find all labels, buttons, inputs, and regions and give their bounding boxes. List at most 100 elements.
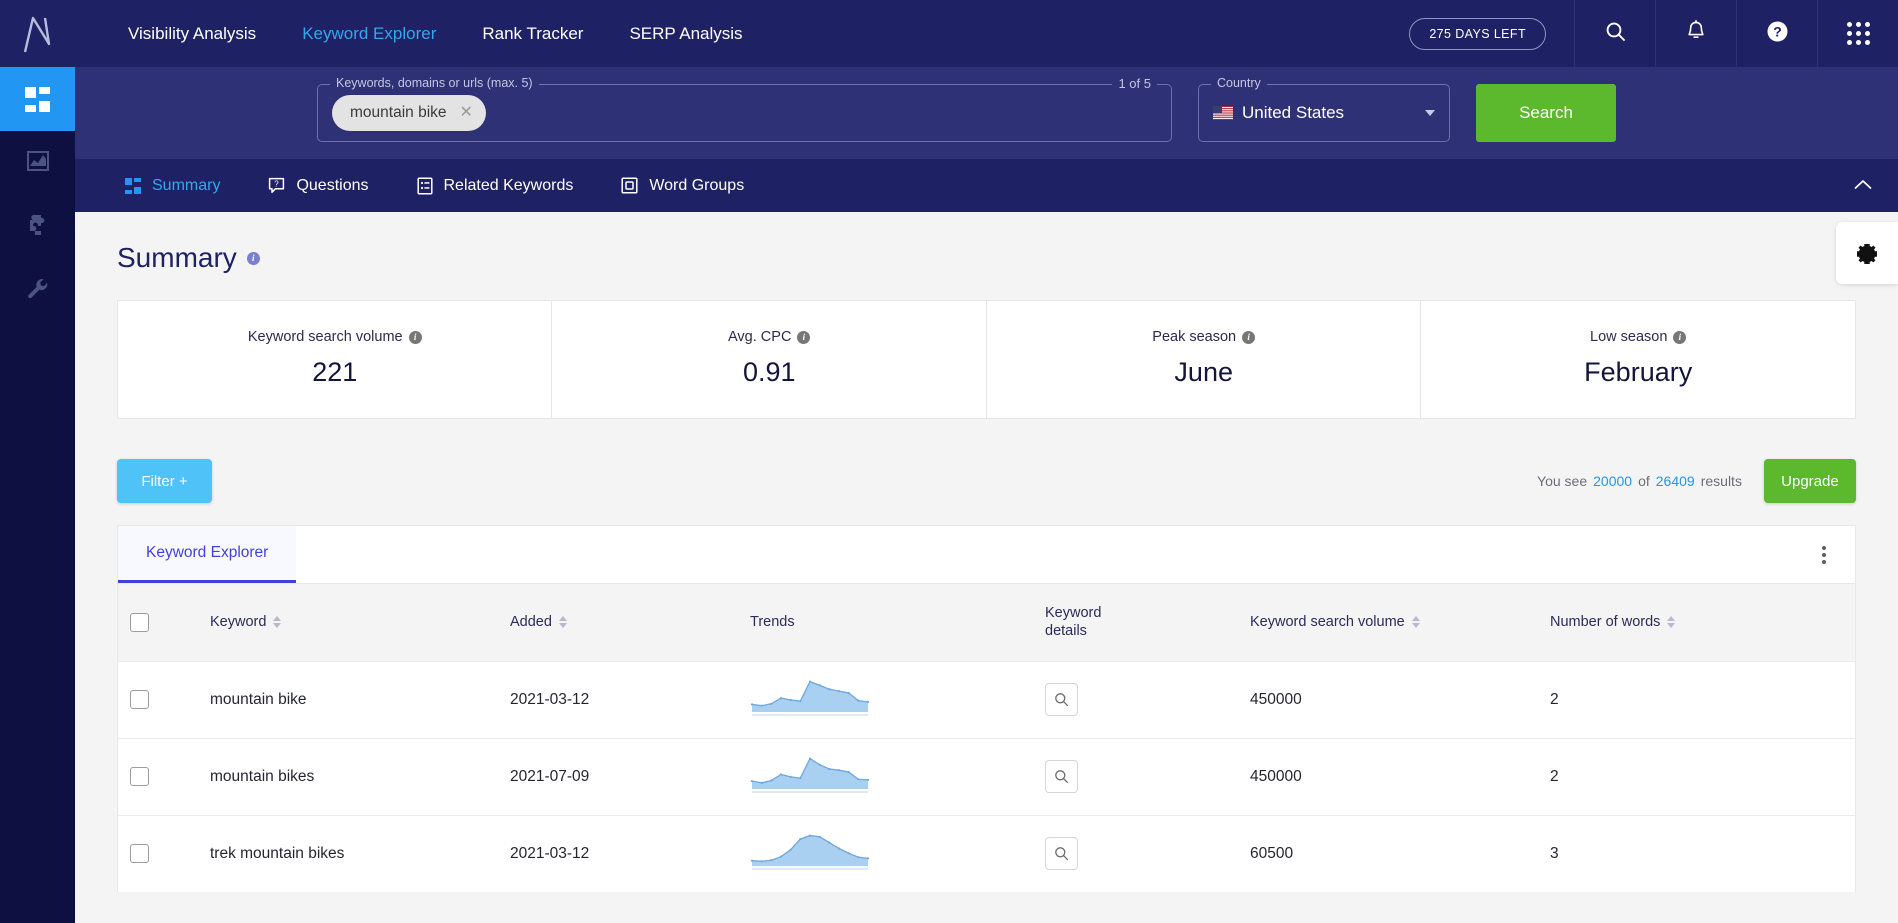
kpi-card-peak-season: Peak season i June (987, 301, 1422, 418)
th-keyword-search-volume-label: Keyword search volume (1250, 614, 1405, 631)
chevron-down-icon (1425, 110, 1435, 116)
cell-words: 2 (1538, 660, 1855, 738)
main-column: Keywords, domains or urls (max. 5) 1 of … (75, 67, 1898, 923)
keyword-chip[interactable]: mountain bike ✕ (332, 95, 486, 131)
primary-nav-links: Visibility Analysis Keyword Explorer Ran… (75, 0, 766, 67)
th-keyword[interactable]: Keyword (198, 584, 498, 661)
sort-icon[interactable] (1411, 616, 1420, 629)
kpi-value: 221 (312, 357, 358, 387)
cell-keyword-details (1033, 814, 1238, 892)
sort-icon[interactable] (558, 616, 567, 629)
keywords-input-fieldset[interactable]: Keywords, domains or urls (max. 5) 1 of … (317, 76, 1172, 142)
info-icon[interactable]: i (1242, 330, 1256, 344)
keyword-chip-label: mountain bike (350, 104, 447, 121)
svg-text:?: ? (275, 180, 280, 189)
sidebar-item-dashboard[interactable] (0, 67, 75, 131)
panel-tab-bar: Keyword Explorer (118, 526, 1855, 584)
days-left-badge[interactable]: 275 DAYS LEFT (1409, 17, 1546, 50)
cell-words: 3 (1538, 814, 1855, 892)
row-checkbox[interactable] (130, 844, 149, 864)
chevron-up-icon (1854, 179, 1872, 189)
table-row[interactable]: mountain bike 2021-03-12 450000 2 (118, 660, 1855, 738)
keyword-details-button[interactable] (1045, 837, 1078, 871)
page-title: Summary (117, 242, 237, 273)
tab-related-keywords[interactable]: Related Keywords (393, 177, 598, 195)
results-count-note: You see 20000 of 26409 results (1537, 473, 1742, 489)
panel-tab-keyword-explorer[interactable]: Keyword Explorer (118, 526, 297, 583)
apps-menu-button[interactable] (1817, 0, 1898, 67)
nav-link-keyword-explorer[interactable]: Keyword Explorer (279, 0, 459, 67)
puzzle-icon (25, 212, 51, 243)
kpi-label: Keyword search volume (247, 329, 403, 345)
tab-questions-label: Questions (296, 176, 369, 194)
close-icon[interactable]: ✕ (460, 105, 473, 121)
results-prefix: You see (1537, 473, 1588, 489)
cell-words: 2 (1538, 737, 1855, 815)
tab-summary[interactable]: Summary (101, 177, 244, 195)
cell-added: 2021-07-09 (498, 737, 738, 815)
row-checkbox[interactable] (130, 767, 149, 786)
app-logo[interactable] (0, 0, 75, 67)
nav-link-serp-analysis[interactable]: SERP Analysis (606, 0, 765, 67)
country-select-value-wrap: United States (1213, 103, 1344, 123)
th-keyword-search-volume[interactable]: Keyword search volume (1238, 584, 1538, 661)
cell-trend (738, 814, 1033, 892)
th-number-of-words[interactable]: Number of words (1538, 584, 1855, 661)
table-row[interactable]: mountain bikes 2021-07-09 450000 2 (118, 737, 1855, 815)
keyword-details-button[interactable] (1045, 683, 1078, 716)
kpi-label-wrap: Peak season i (997, 329, 1410, 345)
nav-link-visibility-analysis[interactable]: Visibility Analysis (105, 0, 279, 67)
kpi-label: Low season (1590, 329, 1668, 345)
table-toolbar: Filter + You see 20000 of 26409 results … (117, 459, 1856, 503)
search-band: Keywords, domains or urls (max. 5) 1 of … (75, 67, 1898, 159)
sort-icon[interactable] (273, 616, 282, 629)
svg-text:?: ? (1773, 23, 1782, 39)
collapse-section-button[interactable] (1828, 177, 1898, 195)
section-tabs: Summary ? Questions Related Keywords Wor… (75, 159, 1898, 212)
tab-word-groups-label: Word Groups (649, 176, 745, 194)
keyword-details-button[interactable] (1045, 760, 1078, 793)
tab-related-keywords-label: Related Keywords (443, 176, 574, 194)
info-icon[interactable]: i (797, 330, 811, 344)
upgrade-button[interactable]: Upgrade (1763, 459, 1856, 503)
th-added[interactable]: Added (498, 584, 738, 661)
table-options-menu-button[interactable] (1793, 526, 1855, 583)
keywords-count-legend: 1 of 5 (1112, 76, 1157, 91)
th-keyword-details: Keyword details (1033, 584, 1238, 661)
results-shown: 20000 (1593, 473, 1633, 489)
trend-sparkline (750, 830, 1021, 878)
tab-word-groups[interactable]: Word Groups (597, 177, 768, 195)
kpi-label-wrap: Avg. CPC i (562, 329, 975, 345)
settings-button[interactable] (1835, 222, 1898, 284)
info-icon[interactable]: i (1673, 330, 1687, 344)
document-list-icon (416, 176, 433, 195)
results-suffix: results (1700, 473, 1742, 489)
info-icon[interactable]: i (246, 251, 260, 265)
kpi-value: June (1174, 357, 1233, 387)
global-search-button[interactable] (1574, 0, 1655, 67)
tab-questions[interactable]: ? Questions (244, 177, 392, 195)
help-button[interactable]: ? (1736, 0, 1817, 67)
sidebar-item-analytics[interactable] (0, 131, 75, 195)
select-all-checkbox[interactable] (130, 612, 149, 632)
sidebar-item-tools[interactable] (0, 259, 75, 323)
content-area: Summary i Keyword search volume i 221 Av… (75, 212, 1898, 923)
country-select[interactable]: Country United States (1198, 76, 1450, 142)
keyword-table: Keyword Added Trends Keyword details Key… (118, 584, 1855, 892)
search-button[interactable]: Search (1476, 84, 1616, 142)
info-icon[interactable]: i (408, 330, 422, 344)
notifications-button[interactable] (1655, 0, 1736, 67)
kpi-value: 0.91 (742, 357, 796, 387)
table-row[interactable]: trek mountain bikes 2021-03-12 60500 3 (118, 814, 1855, 892)
th-added-label: Added (510, 614, 552, 631)
kpi-card-avg-cpc: Avg. CPC i 0.91 (552, 301, 987, 418)
th-trends: Trends (738, 584, 1033, 661)
row-checkbox[interactable] (130, 690, 149, 709)
filter-button[interactable]: Filter + (117, 459, 212, 503)
sort-icon[interactable] (1667, 616, 1676, 629)
cell-trend (738, 737, 1033, 815)
chart-icon (25, 148, 51, 179)
sidebar-item-integrations[interactable] (0, 195, 75, 259)
nav-link-rank-tracker[interactable]: Rank Tracker (459, 0, 606, 67)
tab-summary-label: Summary (152, 176, 221, 194)
